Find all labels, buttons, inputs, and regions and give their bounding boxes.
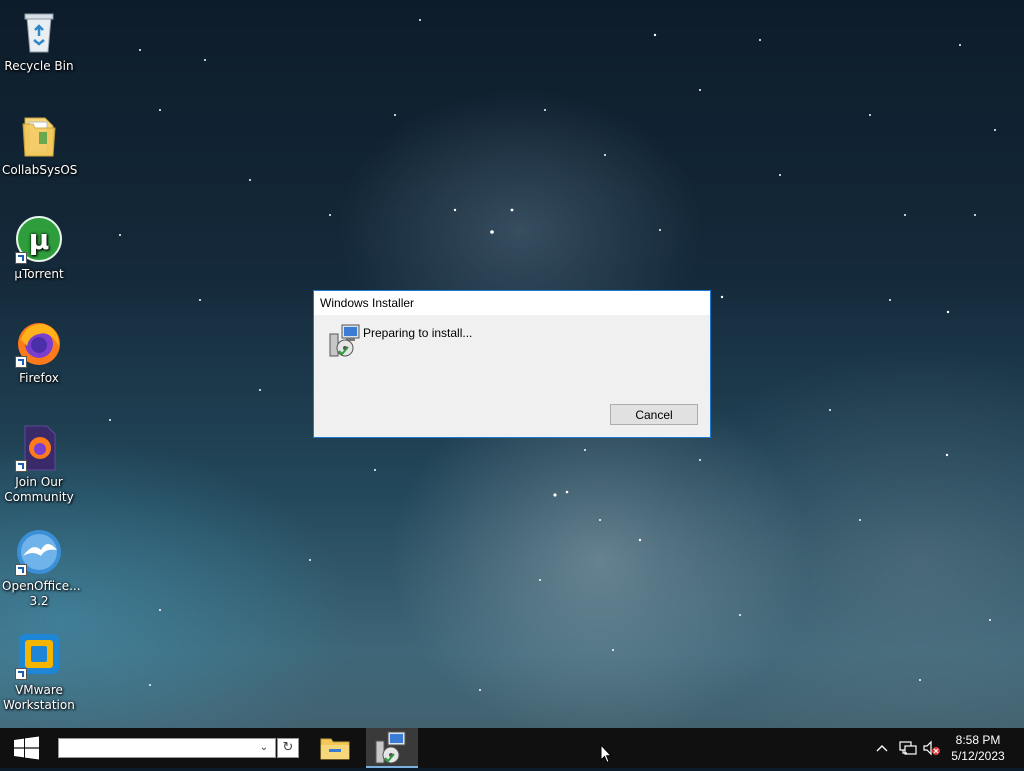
desktop-icon-label: µTorrent <box>14 267 64 281</box>
desktop-icon-openoffice[interactable]: OpenOffice... 3.2 <box>2 528 81 609</box>
taskbar-app-file-explorer[interactable] <box>311 728 359 768</box>
start-button[interactable] <box>0 728 52 768</box>
shortcut-arrow-icon <box>15 668 27 680</box>
svg-text:µ: µ <box>29 223 50 256</box>
shortcut-arrow-icon <box>15 460 27 472</box>
desktop-icon-join-our-community[interactable]: Join Our Community <box>2 424 76 505</box>
volume-muted-icon[interactable] <box>923 740 940 756</box>
file-explorer-icon <box>320 738 350 760</box>
taskbar-app-windows-installer[interactable] <box>366 728 418 768</box>
desktop-icon-recycle-bin[interactable]: Recycle Bin <box>2 8 76 74</box>
network-icon[interactable] <box>899 740 917 756</box>
desktop-icon-firefox[interactable]: Firefox <box>2 320 76 386</box>
clock-time: 8:58 PM <box>955 733 1001 747</box>
clock-date: 5/12/2023 <box>951 749 1005 763</box>
dialog-message: Preparing to install... <box>363 326 473 340</box>
desktop-icon-collabsysos[interactable]: CollabSysOS <box>2 112 78 178</box>
folder-icon <box>15 112 63 160</box>
mouse-cursor-icon <box>600 744 612 764</box>
taskbar: ⌄ ↻ 8:58 PM 5/12/2023 <box>0 728 1024 768</box>
desktop-icon-label: VMware Workstation <box>3 683 75 712</box>
cancel-button[interactable]: Cancel <box>610 404 698 425</box>
refresh-icon[interactable]: ↻ <box>277 738 299 758</box>
shortcut-arrow-icon <box>15 252 27 264</box>
desktop-icon-utorrent[interactable]: µ µTorrent <box>2 216 76 282</box>
chevron-down-icon[interactable]: ⌄ <box>258 742 270 754</box>
installer-icon <box>375 731 406 764</box>
system-clock[interactable]: 8:58 PM 5/12/2023 <box>940 732 1016 764</box>
desktop-icon-label: Firefox <box>19 371 59 385</box>
installer-icon <box>328 324 360 358</box>
desktop-icon-label: OpenOffice... 3.2 <box>2 579 81 608</box>
desktop-icon-vmware[interactable]: VMware Workstation <box>2 632 76 713</box>
utorrent-icon: µ <box>15 216 63 264</box>
firefox-doc-icon <box>15 424 63 472</box>
vmware-icon <box>15 632 63 680</box>
windows-installer-dialog: Windows Installer Preparing to install..… <box>313 290 711 438</box>
firefox-icon <box>15 320 63 368</box>
shortcut-arrow-icon <box>15 356 27 368</box>
dialog-title: Windows Installer <box>314 291 710 315</box>
recycle-bin-icon <box>15 8 63 56</box>
openoffice-icon <box>15 528 63 576</box>
desktop-icon-label: CollabSysOS <box>2 163 78 177</box>
windows-logo-icon <box>14 736 39 760</box>
chevron-up-icon[interactable] <box>874 740 890 756</box>
taskbar-search-input[interactable] <box>58 738 276 758</box>
shortcut-arrow-icon <box>15 564 27 576</box>
desktop-icon-label: Recycle Bin <box>4 59 74 73</box>
desktop-icon-label: Join Our Community <box>4 475 74 504</box>
